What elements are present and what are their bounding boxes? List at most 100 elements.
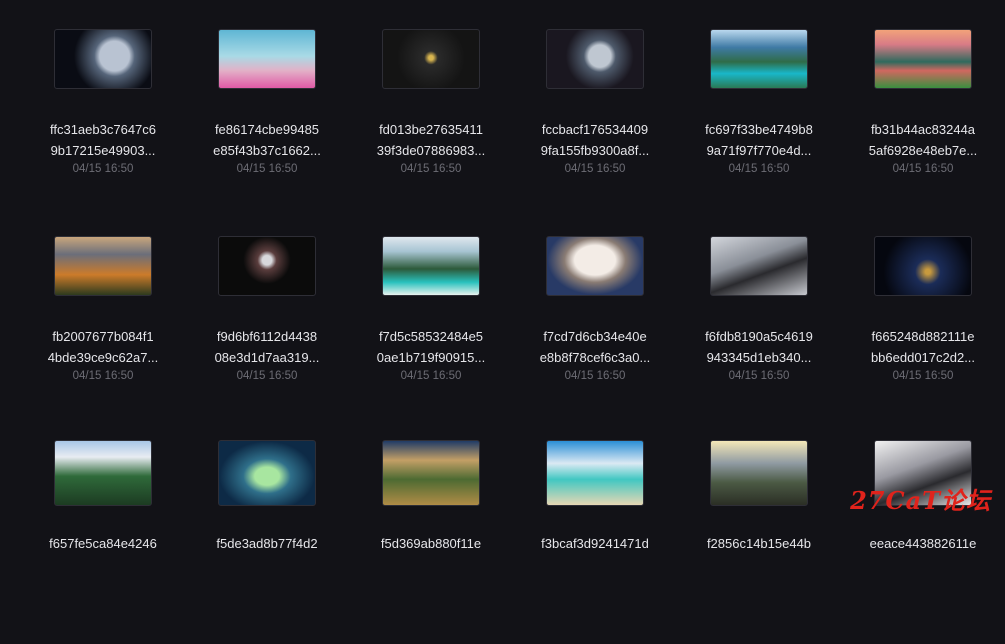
thumbnail-container [677,230,841,302]
file-name-line1: f5de3ad8b77f4d2 [216,536,318,551]
thumbnail-container [185,23,349,95]
file-name-line2: 5af6928e48eb7e... [868,143,978,158]
file-date: 04/15 16:50 [892,163,954,175]
file-date: 04/15 16:50 [400,163,462,175]
file-name-line1: ffc31aeb3c7647c6 [49,122,157,137]
file-name: f7cd7d6cb34e40e e8b8f78cef6c3a0... [533,326,657,368]
file-name: eeace443882611e [861,533,985,554]
dark-logo-thumbnail-icon[interactable] [382,29,480,89]
file-name-line2: 4bde39ce9c62a7... [47,350,159,365]
thumbnail-container [185,230,349,302]
file-name-line2: 9fa155fb9300a8f... [540,143,650,158]
file-tile[interactable]: f665248d882111e bb6edd017c2d2... 04/15 16:… [841,230,1005,437]
file-name-line2: 08e3d1d7aa319... [214,350,320,365]
file-name-line2: 943345d1eb340... [706,350,812,365]
file-name: f5de3ad8b77f4d2 [205,533,329,554]
file-name-line2: e8b8f78cef6c3a0... [539,350,651,365]
file-date: 04/15 16:50 [72,163,134,175]
file-name: f9d6bf6112d4438 08e3d1d7aa319... [205,326,329,368]
file-name: fe86174cbe99485 e85f43b37c1662... [205,119,329,161]
file-name: f657fe5ca84e4246 [41,533,165,554]
character-white-thumbnail-icon[interactable] [874,440,972,506]
meadow-hills-thumbnail-icon[interactable] [382,440,480,506]
file-tile[interactable]: f5de3ad8b77f4d2 [185,437,349,644]
thumbnail-container [21,23,185,95]
file-name: f5d369ab880f11e [369,533,493,554]
file-tile[interactable]: ffc31aeb3c7647c6 9b17215e49903... 04/15 16… [21,23,185,230]
coastal-cliffs-thumbnail-icon[interactable] [382,236,480,296]
file-name-line2: 9b17215e49903... [50,143,156,158]
file-date: 04/15 16:50 [728,163,790,175]
file-date: 04/15 16:50 [400,370,462,382]
file-date: 04/15 16:50 [72,370,134,382]
thumbnail-container [349,437,513,509]
file-tile[interactable]: f6fdb8190a5c4619 943345d1eb340... 04/15 16… [677,230,841,437]
file-name-line1: fc697f33be4749b8 [705,122,813,137]
file-tile[interactable]: f9d6bf6112d4438 08e3d1d7aa319... 04/15 16:… [185,230,349,437]
file-tile[interactable]: fd013be27635411 39f3de07886983... 04/15 16… [349,23,513,230]
file-name: f3bcaf3d9241471d [533,533,657,554]
file-name-line1: fd013be27635411 [379,122,483,137]
file-tile[interactable]: f657fe5ca84e4246 [21,437,185,644]
thumbnail-container [841,230,1005,302]
person-stairs-thumbnail-icon[interactable] [710,236,808,296]
sunset-lake-thumbnail-icon[interactable] [874,29,972,89]
thumbnail-container [21,437,185,509]
earth-space-thumbnail-icon[interactable] [54,29,152,89]
file-name: fccbacf176534409 9fa155fb9300a8f... [533,119,657,161]
file-name-line1: f3bcaf3d9241471d [541,536,649,551]
file-name: ffc31aeb3c7647c6 9b17215e49903... [41,119,165,161]
file-name-line1: eeace443882611e [869,536,977,551]
file-name-line1: f6fdb8190a5c4619 [705,329,813,344]
file-tile[interactable]: f5d369ab880f11e [349,437,513,644]
file-tile[interactable]: eeace443882611e [841,437,1005,644]
thumbnail-container [513,23,677,95]
thumbnail-container [21,230,185,302]
file-name-line1: f7cd7d6cb34e40e [543,329,647,344]
file-date: 04/15 16:50 [236,370,298,382]
file-date: 04/15 16:50 [892,370,954,382]
file-name: fc697f33be4749b8 9a71f97f770e4d... [697,119,821,161]
file-tile[interactable]: fb2007677b084f1 4bde39ce9c62a7... 04/15 16… [21,230,185,437]
character-dark-thumbnail-icon[interactable] [218,236,316,296]
pink-field-sky-thumbnail-icon[interactable] [218,29,316,89]
file-name-line2: 0ae1b719f90915... [376,350,486,365]
file-name-line1: f9d6bf6112d4438 [216,329,318,344]
file-name: fb31b44ac83244a 5af6928e48eb7e... [861,119,985,161]
file-tile[interactable]: fe86174cbe99485 e85f43b37c1662... 04/15 16… [185,23,349,230]
file-tile[interactable]: fc697f33be4749b8 9a71f97f770e4d... 04/15 1… [677,23,841,230]
file-tile[interactable]: f3bcaf3d9241471d [513,437,677,644]
file-name-line1: f665248d882111e [871,329,975,344]
file-tile[interactable]: f7d5c58532484e5 0ae1b719f90915... 04/15 16… [349,230,513,437]
alpine-valley-thumbnail-icon[interactable] [54,440,152,506]
file-date: 04/15 16:50 [728,370,790,382]
file-tile[interactable]: fccbacf176534409 9fa155fb9300a8f... 04/15 … [513,23,677,230]
file-name: fb2007677b084f1 4bde39ce9c62a7... [41,326,165,368]
thumbnail-container [513,230,677,302]
beach-sky-thumbnail-icon[interactable] [546,440,644,506]
file-date: 04/15 16:50 [236,163,298,175]
file-name-line1: f7d5c58532484e5 [378,329,484,344]
file-name: f7d5c58532484e5 0ae1b719f90915... [369,326,493,368]
thumbnail-container [677,23,841,95]
file-name-line1: fb31b44ac83244a [870,122,976,137]
planets-thumbnail-icon[interactable] [546,29,644,89]
file-name-line1: fe86174cbe99485 [214,122,320,137]
volcano-cloud-thumbnail-icon[interactable] [546,236,644,296]
island-aerial-thumbnail-icon[interactable] [218,440,316,506]
file-tile[interactable]: f2856c14b15e44b [677,437,841,644]
mountain-lake-thumbnail-icon[interactable] [710,29,808,89]
file-tile[interactable]: fb31b44ac83244a 5af6928e48eb7e... 04/15 16… [841,23,1005,230]
file-name-line1: f5d369ab880f11e [380,536,482,551]
mountain-sunburst-thumbnail-icon[interactable] [710,440,808,506]
earth-night-thumbnail-icon[interactable] [874,236,972,296]
thumbnail-container [349,230,513,302]
file-tile[interactable]: f7cd7d6cb34e40e e8b8f78cef6c3a0... 04/15 1… [513,230,677,437]
file-name-line2: e85f43b37c1662... [213,143,321,158]
file-name: fd013be27635411 39f3de07886983... [369,119,493,161]
file-name-line1: fccbacf176534409 [541,122,649,137]
file-name-line1: f2856c14b15e44b [706,536,812,551]
file-name: f2856c14b15e44b [697,533,821,554]
autumn-mountains-thumbnail-icon[interactable] [54,236,152,296]
file-name: f665248d882111e bb6edd017c2d2... [861,326,985,368]
